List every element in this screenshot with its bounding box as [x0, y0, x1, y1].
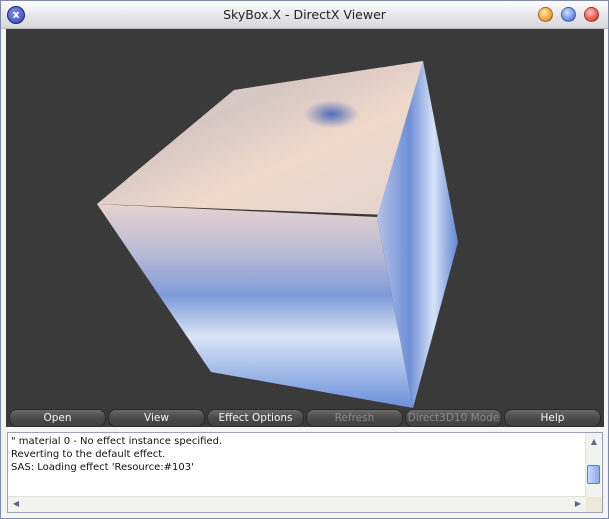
3d-viewport[interactable]	[6, 29, 604, 409]
scrollbar-corner	[586, 497, 602, 512]
viewer-toolbar: Open View Effect Options Refresh Direct3…	[6, 409, 604, 427]
close-button[interactable]	[584, 7, 599, 22]
app-window: x SkyBox.X - DirectX Viewer Open View Ef…	[0, 0, 609, 519]
vertical-scrollbar[interactable]: ▲	[585, 433, 602, 497]
maximize-button[interactable]	[561, 7, 576, 22]
scroll-right-icon[interactable]: ▶	[573, 498, 583, 510]
log-line: " material 0 - No effect instance specif…	[11, 436, 223, 447]
minimize-button[interactable]	[538, 7, 553, 22]
effect-options-button[interactable]: Effect Options	[207, 409, 304, 427]
horizontal-scrollbar[interactable]: ◀ ▶	[8, 496, 586, 512]
refresh-button[interactable]: Refresh	[306, 409, 403, 427]
direct3d10-mode-button[interactable]: Direct3D10 Mode	[405, 409, 502, 427]
window-title: SkyBox.X - DirectX Viewer	[223, 7, 386, 22]
cube-front-face	[97, 204, 413, 408]
scroll-up-icon[interactable]: ▲	[588, 436, 600, 448]
scroll-left-icon[interactable]: ◀	[11, 498, 21, 510]
scroll-thumb[interactable]	[587, 465, 600, 484]
skybox-cube	[97, 61, 458, 408]
open-button[interactable]: Open	[9, 409, 106, 427]
view-button[interactable]: View	[108, 409, 205, 427]
cloud-patch	[271, 89, 381, 145]
title-bar[interactable]: x SkyBox.X - DirectX Viewer	[1, 1, 608, 29]
help-button[interactable]: Help	[504, 409, 601, 427]
log-console[interactable]: " material 0 - No effect instance specif…	[7, 432, 603, 513]
log-line: Reverting to the default effect.	[11, 449, 166, 460]
log-line: SAS: Loading effect 'Resource:#103'	[11, 462, 194, 473]
